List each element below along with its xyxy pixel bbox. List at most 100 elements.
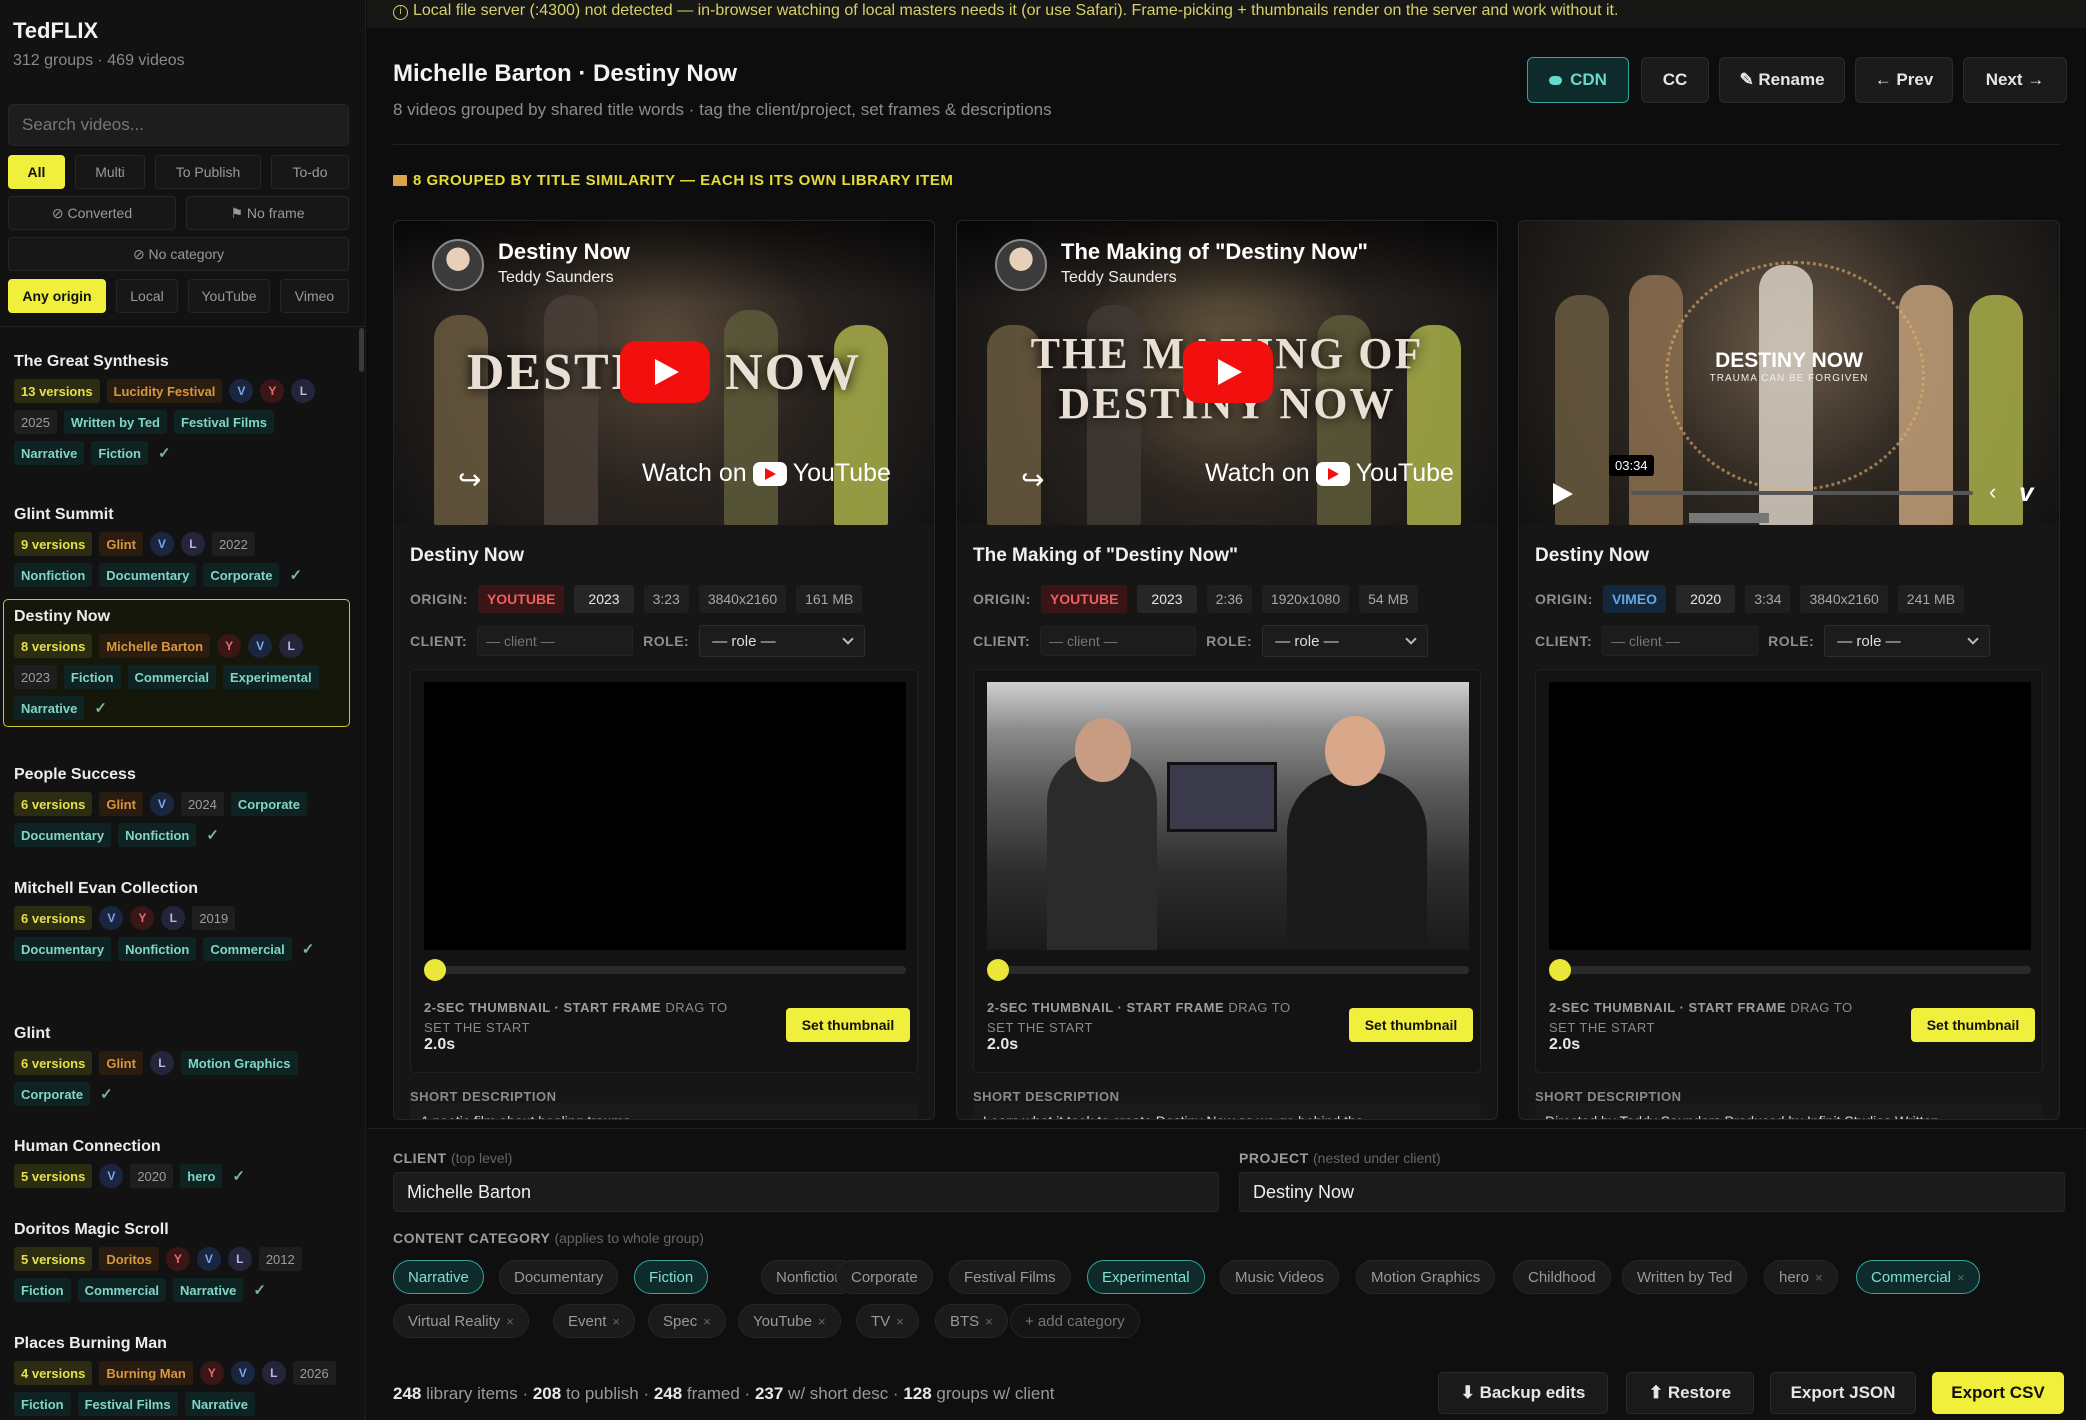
next-button[interactable]: Next → <box>1963 57 2067 103</box>
play-icon[interactable] <box>1553 483 1573 505</box>
youtube-player[interactable]: The Making of "Destiny Now" Teddy Saunde… <box>957 221 1497 525</box>
vimeo-logo-icon[interactable]: v <box>2019 477 2033 508</box>
category-chip[interactable]: Narrative <box>393 1260 484 1294</box>
short-description-field[interactable]: A poetic film about healing trauma... <box>410 1103 918 1119</box>
filter-no-frame[interactable]: ⚑ No frame <box>186 196 349 230</box>
local-origin-badge: L <box>261 1361 286 1385</box>
backup-edits-button[interactable]: ⬇ Backup edits <box>1438 1372 1608 1414</box>
group-item[interactable]: Glint 6 versions Glint L Motion Graphics… <box>3 1016 350 1113</box>
remove-category-icon[interactable]: × <box>1957 1270 1965 1285</box>
youtube-channel-name[interactable]: Teddy Saunders <box>1061 269 1177 287</box>
client-input[interactable]: — client — <box>1040 626 1197 656</box>
watch-on-youtube-link[interactable]: Watch on YouTube <box>1205 459 1454 488</box>
remove-category-icon[interactable]: × <box>896 1314 904 1329</box>
group-item[interactable]: Glint Summit 9 versions Glint V L 2022 N… <box>3 497 350 594</box>
group-item[interactable]: The Great Synthesis 13 versions Lucidity… <box>3 344 350 472</box>
share-icon[interactable]: ↪ <box>458 463 481 496</box>
group-item[interactable]: People Success 6 versions Glint V 2024 C… <box>3 757 350 854</box>
category-chip[interactable]: YouTube × <box>738 1304 841 1338</box>
category-chip[interactable]: hero × <box>1764 1260 1838 1294</box>
cc-button[interactable]: CC <box>1641 57 1709 103</box>
add-category-input[interactable]: + add category <box>1010 1304 1140 1338</box>
year-value[interactable]: 2023 <box>574 585 634 613</box>
play-icon[interactable] <box>620 341 710 403</box>
project-label: PROJECT (nested under client) <box>1239 1150 1441 1166</box>
cdn-button[interactable]: CDN <box>1527 57 1629 103</box>
youtube-channel-name[interactable]: Teddy Saunders <box>498 269 614 287</box>
export-csv-button[interactable]: Export CSV <box>1932 1372 2064 1414</box>
category-chip[interactable]: TV × <box>856 1304 919 1338</box>
group-item[interactable]: Doritos Magic Scroll 5 versions Doritos … <box>3 1212 350 1309</box>
filter-converted[interactable]: ⊘ Converted <box>8 196 176 230</box>
set-thumbnail-button[interactable]: Set thumbnail <box>1349 1008 1473 1042</box>
origin-any[interactable]: Any origin <box>8 279 106 313</box>
set-thumbnail-button[interactable]: Set thumbnail <box>1911 1008 2035 1042</box>
client-input[interactable]: — client — <box>1602 626 1759 656</box>
filter-no-category[interactable]: ⊘ No category <box>8 237 349 271</box>
category-chip[interactable]: Music Videos <box>1220 1260 1339 1294</box>
project-field[interactable]: Destiny Now <box>1239 1172 2065 1212</box>
resolution-value: 1920x1080 <box>1261 585 1350 613</box>
category-chip[interactable]: Spec × <box>648 1304 726 1338</box>
category-chip[interactable]: Documentary <box>499 1260 619 1294</box>
search-input[interactable] <box>8 104 349 146</box>
year-value[interactable]: 2023 <box>1137 585 1197 613</box>
youtube-player[interactable]: Destiny Now Teddy Saunders DESTINY NOW ↪… <box>394 221 934 525</box>
role-select[interactable]: — role — <box>1824 625 1991 657</box>
play-icon[interactable] <box>1183 341 1273 403</box>
chevron-left-icon[interactable]: ‹ <box>1989 479 1996 505</box>
prev-button[interactable]: ← Prev <box>1855 57 1953 103</box>
category-chip[interactable]: Commercial × <box>1856 1260 1980 1294</box>
youtube-origin-badge: Y <box>199 1361 224 1385</box>
remove-category-icon[interactable]: × <box>985 1314 993 1329</box>
group-item-active[interactable]: Destiny Now 8 versions Michelle Barton Y… <box>3 599 350 727</box>
filter-all[interactable]: All <box>8 155 65 189</box>
year-value[interactable]: 2020 <box>1676 585 1736 613</box>
short-description-field[interactable]: Directed by Teddy Saunders Produced by I… <box>1535 1103 2043 1119</box>
channel-avatar[interactable] <box>995 239 1047 291</box>
client-field[interactable]: Michelle Barton <box>393 1172 1219 1212</box>
set-thumbnail-button[interactable]: Set thumbnail <box>786 1008 910 1042</box>
role-select[interactable]: — role — <box>699 625 866 657</box>
watch-on-youtube-link[interactable]: Watch on YouTube <box>642 459 891 488</box>
category-chip[interactable]: Childhood <box>1513 1260 1611 1294</box>
remove-category-icon[interactable]: × <box>703 1314 711 1329</box>
remove-category-icon[interactable]: × <box>818 1314 826 1329</box>
vimeo-player[interactable]: DESTINY NOW TRAUMA CAN BE FORGIVEN 03:34 … <box>1519 221 2059 525</box>
category-chip[interactable]: Written by Ted <box>1622 1260 1748 1294</box>
category-chip[interactable]: Corporate <box>836 1260 933 1294</box>
category-chip[interactable]: Motion Graphics <box>1356 1260 1496 1294</box>
role-select[interactable]: — role — <box>1262 625 1429 657</box>
sidebar-scrollbar[interactable] <box>359 328 364 372</box>
category-chip[interactable]: Fiction <box>634 1260 709 1294</box>
progress-bar[interactable] <box>1631 491 1973 495</box>
category-chip[interactable]: Experimental <box>1087 1260 1205 1294</box>
youtube-video-title[interactable]: The Making of "Destiny Now" <box>1061 239 1368 265</box>
group-item[interactable]: Mitchell Evan Collection 6 versions V Y … <box>3 871 350 968</box>
export-json-button[interactable]: Export JSON <box>1770 1372 1916 1414</box>
client-input[interactable]: — client — <box>477 626 634 656</box>
group-item[interactable]: Human Connection 5 versions V 2020 hero … <box>3 1129 350 1195</box>
origin-local[interactable]: Local <box>116 279 178 313</box>
group-item[interactable]: Places Burning Man 4 versions Burning Ma… <box>3 1326 350 1420</box>
rename-button[interactable]: ✎ Rename <box>1719 57 1845 103</box>
category-tag: hero <box>180 1164 223 1188</box>
origin-vimeo[interactable]: Vimeo <box>280 279 349 313</box>
share-icon[interactable]: ↪ <box>1021 463 1044 496</box>
filter-to-publish[interactable]: To Publish <box>155 155 261 189</box>
short-description-field[interactable]: Learn what it took to create Destiny Now… <box>973 1103 1481 1119</box>
filter-to-do[interactable]: To-do <box>271 155 349 189</box>
category-chip[interactable]: Virtual Reality × <box>393 1304 529 1338</box>
category-chip[interactable]: Festival Films <box>949 1260 1071 1294</box>
remove-category-icon[interactable]: × <box>506 1314 514 1329</box>
youtube-video-title[interactable]: Destiny Now <box>498 239 630 265</box>
category-chip[interactable]: Event × <box>553 1304 635 1338</box>
filter-multi[interactable]: Multi <box>75 155 145 189</box>
category-chip[interactable]: BTS × <box>935 1304 1008 1338</box>
remove-category-icon[interactable]: × <box>1815 1270 1823 1285</box>
origin-youtube[interactable]: YouTube <box>188 279 270 313</box>
restore-button[interactable]: ⬆ Restore <box>1626 1372 1754 1414</box>
remove-category-icon[interactable]: × <box>612 1314 620 1329</box>
channel-avatar[interactable] <box>432 239 484 291</box>
client-role-row: CLIENT: — client — ROLE: — role — <box>410 625 866 657</box>
